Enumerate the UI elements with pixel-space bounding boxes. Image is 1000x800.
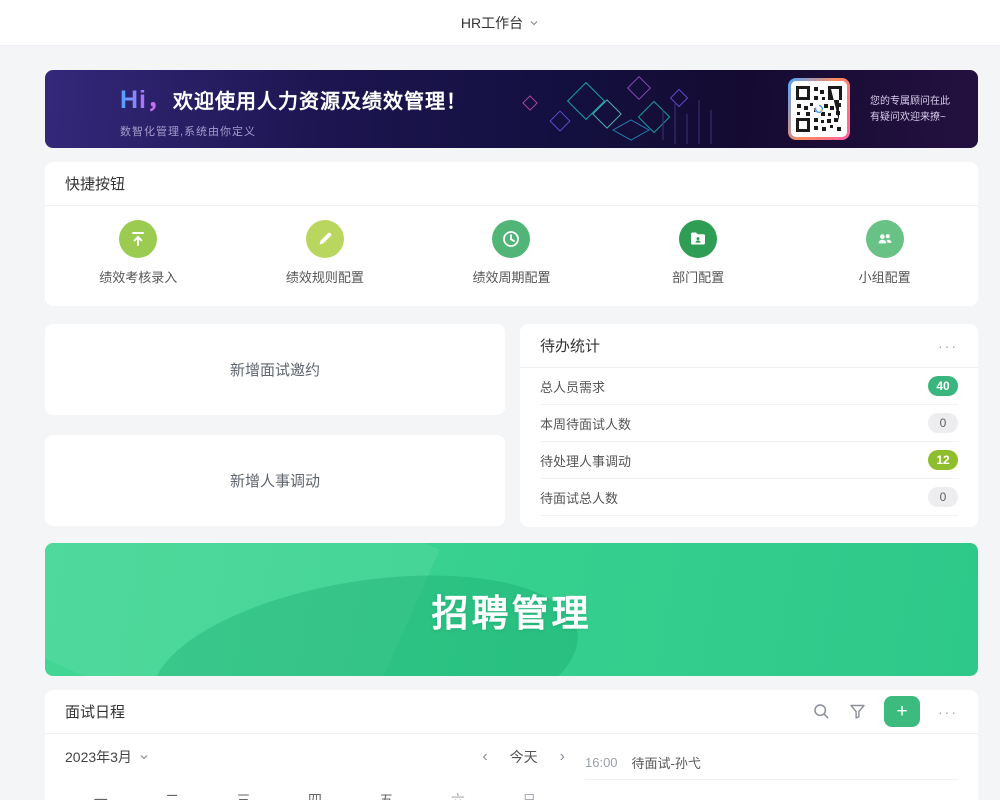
welcome-banner: Hi， 欢迎使用人力资源及绩效管理！ 数智化管理,系统由你定义: [45, 70, 978, 148]
recruitment-management-banner[interactable]: 招聘管理: [45, 543, 978, 676]
todo-row-total-demand: 总人员需求 40: [540, 368, 958, 405]
quick-action-cycle-config[interactable]: 绩效周期配置: [418, 220, 605, 286]
pencil-icon: [306, 220, 344, 258]
prev-arrow[interactable]: ‹: [482, 748, 487, 766]
page-title: HR工作台: [461, 13, 523, 33]
qr-note-line2: 有疑问欢迎来撩~: [870, 110, 950, 126]
weekday-label: 五: [351, 790, 422, 800]
quick-action-label: 绩效规则配置: [286, 267, 364, 286]
count-badge: 12: [928, 450, 958, 470]
quick-action-label: 小组配置: [859, 267, 911, 286]
upload-icon: [119, 220, 157, 258]
workspace-switcher[interactable]: HR工作台: [461, 13, 539, 33]
weekday-label: 日: [494, 790, 565, 800]
qr-note-line1: 您的专属顾问在此: [870, 94, 950, 110]
todo-row-total-interviews: 待面试总人数 0: [540, 479, 958, 516]
filter-icon[interactable]: [848, 703, 866, 721]
new-personnel-transfer-card[interactable]: 新增人事调动: [45, 435, 505, 526]
event-row[interactable]: 16:00 待面试-孙弋: [585, 746, 958, 780]
weekday-label: 二: [136, 790, 207, 800]
more-menu-icon[interactable]: ···: [938, 338, 958, 354]
action-card-label: 新增面试邀约: [230, 359, 320, 380]
chevron-down-icon: [529, 18, 539, 28]
chevron-down-icon: [139, 752, 149, 762]
consultant-qr-code: [788, 78, 850, 140]
todo-row-week-interviews: 本周待面试人数 0: [540, 405, 958, 442]
next-arrow[interactable]: ›: [560, 748, 565, 766]
isometric-decoration: [513, 70, 773, 148]
qr-pattern-icon: [794, 84, 844, 134]
todo-stats-title: 待办统计: [540, 335, 600, 356]
quick-action-label: 绩效考核录入: [99, 267, 177, 286]
interview-schedule-card: 面试日程 + ··· 2023年3月: [45, 690, 978, 800]
more-menu-icon[interactable]: ···: [938, 704, 958, 720]
month-label: 2023年3月: [65, 747, 132, 767]
hero-title: 欢迎使用人力资源及绩效管理！: [173, 85, 467, 114]
hero-subtitle: 数智化管理,系统由你定义: [120, 123, 467, 139]
weekday-label: 四: [279, 790, 350, 800]
recruit-banner-title: 招聘管理: [432, 583, 592, 637]
action-card-label: 新增人事调动: [230, 470, 320, 491]
quick-action-rule-config[interactable]: 绩效规则配置: [232, 220, 419, 286]
top-nav: HR工作台: [0, 0, 1000, 46]
event-name: 待面试-孙弋: [632, 753, 701, 772]
calendar-pane: 2023年3月 ‹ 今天 › 一 二 三 四: [65, 734, 565, 800]
schedule-title: 面试日程: [65, 701, 125, 722]
quick-actions-title: 快捷按钮: [65, 173, 125, 194]
todo-stats-card: 待办统计 ··· 总人员需求 40 本周待面试人数 0 待处理人事调动 12 待…: [520, 324, 978, 527]
quick-action-performance-entry[interactable]: 绩效考核录入: [45, 220, 232, 286]
event-list-pane: 16:00 待面试-孙弋: [585, 734, 958, 800]
quick-action-group-config[interactable]: 小组配置: [791, 220, 978, 286]
event-time: 16:00: [585, 755, 618, 770]
weekday-label: 六: [422, 790, 493, 800]
add-event-button[interactable]: +: [884, 696, 920, 727]
todo-row-pending-transfers: 待处理人事调动 12: [540, 442, 958, 479]
quick-action-label: 部门配置: [672, 267, 724, 286]
folder-user-icon: [679, 220, 717, 258]
clock-icon: [492, 220, 530, 258]
count-badge: 0: [928, 413, 958, 433]
quick-action-department-config[interactable]: 部门配置: [605, 220, 792, 286]
month-picker[interactable]: 2023年3月: [65, 747, 149, 767]
quick-actions-card: 快捷按钮 绩效考核录入 绩效规则配置 绩效周期配置: [45, 162, 978, 306]
search-icon[interactable]: [812, 703, 830, 721]
today-button[interactable]: 今天: [510, 747, 538, 767]
quick-action-label: 绩效周期配置: [472, 267, 550, 286]
new-interview-invite-card[interactable]: 新增面试邀约: [45, 324, 505, 415]
hero-greeting: Hi，: [120, 80, 173, 116]
weekday-label: 一: [65, 790, 136, 800]
count-badge: 0: [928, 487, 958, 507]
weekday-header-row: 一 二 三 四 五 六 日: [65, 790, 565, 800]
people-icon: [866, 220, 904, 258]
weekday-label: 三: [208, 790, 279, 800]
count-badge: 40: [928, 376, 958, 396]
